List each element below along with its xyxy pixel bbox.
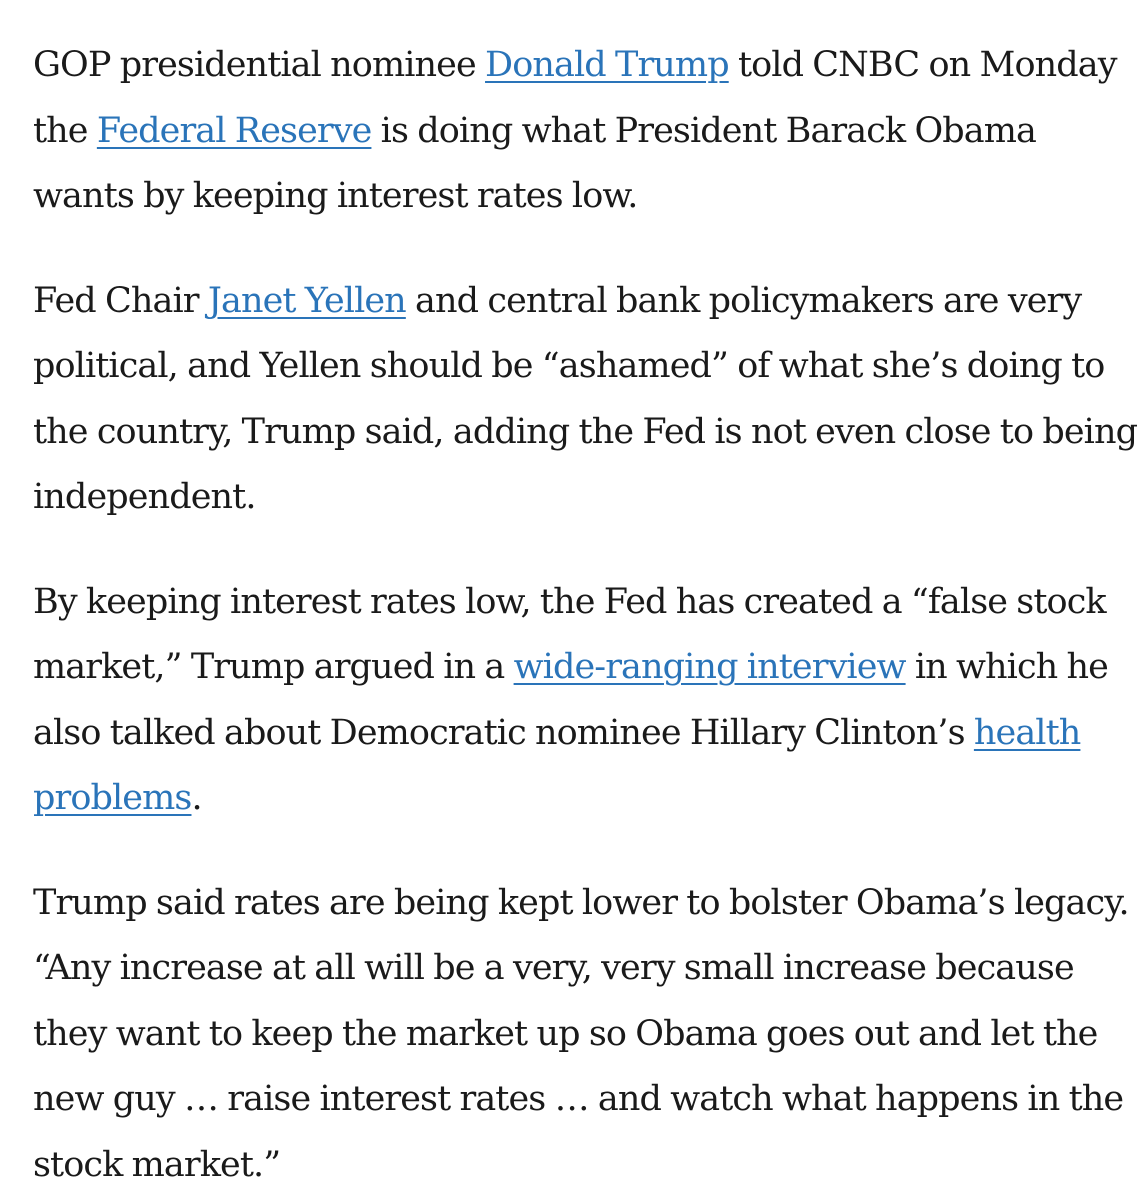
- paragraph-text: Trump said rates are being kept lower to…: [33, 882, 1130, 1185]
- link-federal-reserve[interactable]: Federal Reserve: [97, 111, 372, 151]
- paragraph-text: GOP presidential nominee: [33, 45, 486, 85]
- paragraph-text: Fed Chair: [33, 280, 208, 321]
- link-janet-yellen[interactable]: Janet Yellen: [208, 281, 407, 321]
- link-wide-ranging-interview[interactable]: wide-ranging interview: [514, 647, 907, 687]
- paragraph-3: By keeping interest rates low, the Fed h…: [33, 570, 1140, 832]
- link-donald-trump[interactable]: Donald Trump: [485, 45, 730, 85]
- paragraph-2: Fed Chair Janet Yellen and central bank …: [33, 269, 1140, 531]
- paragraph-4: Trump said rates are being kept lower to…: [33, 871, 1140, 1199]
- article-body: GOP presidential nominee Donald Trump to…: [0, 0, 1148, 1198]
- paragraph-text: .: [191, 778, 202, 818]
- paragraph-1: GOP presidential nominee Donald Trump to…: [33, 33, 1140, 230]
